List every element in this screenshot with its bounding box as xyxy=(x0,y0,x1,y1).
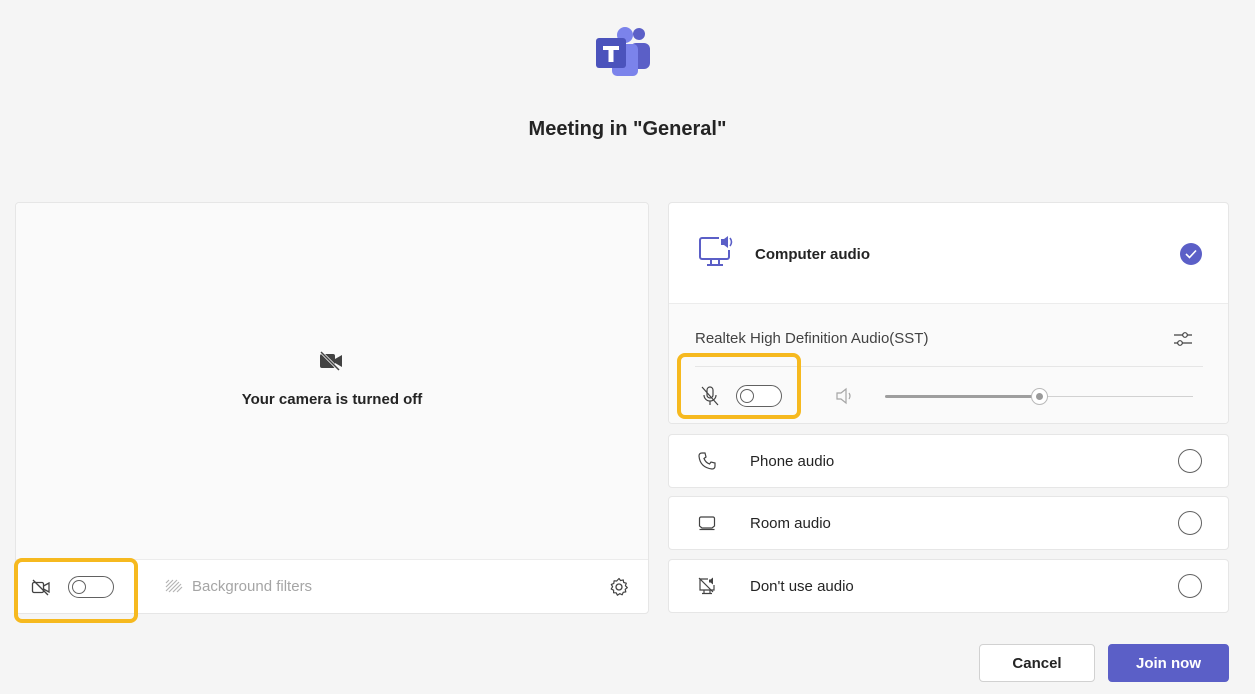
volume-slider-thumb[interactable] xyxy=(1031,388,1048,405)
checkmark-icon xyxy=(1185,249,1197,259)
teams-logo-icon xyxy=(596,27,650,76)
meeting-title: Meeting in "General" xyxy=(528,118,727,140)
cancel-button[interactable]: Cancel xyxy=(979,644,1095,682)
volume-slider-fill xyxy=(885,395,1039,398)
device-settings-gear-icon[interactable] xyxy=(609,577,629,597)
no-audio-label: Don't use audio xyxy=(750,578,854,595)
video-preview: Your camera is turned off xyxy=(16,203,648,560)
no-audio-option[interactable]: Don't use audio xyxy=(668,559,1229,613)
room-audio-label: Room audio xyxy=(750,515,831,532)
phone-audio-option[interactable]: Phone audio xyxy=(668,434,1229,488)
audio-device-name: Realtek High Definition Audio(SST) xyxy=(695,330,929,347)
no-audio-radio[interactable] xyxy=(1178,574,1202,598)
computer-audio-label: Computer audio xyxy=(755,246,870,263)
join-now-button[interactable]: Join now xyxy=(1108,644,1229,682)
background-filters-button[interactable]: Background filters xyxy=(164,578,312,595)
phone-audio-radio[interactable] xyxy=(1178,449,1202,473)
room-audio-radio[interactable] xyxy=(1178,511,1202,535)
room-audio-option[interactable]: Room audio xyxy=(668,496,1229,550)
camera-off-icon xyxy=(319,351,342,371)
room-device-icon xyxy=(698,516,716,531)
video-preview-card: Your camera is turned off Background fil… xyxy=(15,202,649,614)
camera-off-message: Your camera is turned off xyxy=(241,391,423,408)
background-filters-label: Background filters xyxy=(192,578,313,595)
computer-audio-option[interactable]: Computer audio xyxy=(669,203,1228,303)
speaker-volume-icon xyxy=(836,387,851,405)
phone-icon xyxy=(698,452,716,470)
phone-audio-label: Phone audio xyxy=(750,453,835,470)
audio-settings-sliders-icon[interactable] xyxy=(1172,328,1194,350)
no-audio-icon xyxy=(698,577,715,595)
background-filters-icon xyxy=(165,579,183,592)
computer-audio-icon xyxy=(699,236,733,266)
microphone-toggle-highlight xyxy=(677,353,801,419)
camera-toggle-highlight xyxy=(14,558,138,623)
computer-audio-selected-check[interactable] xyxy=(1180,243,1202,265)
